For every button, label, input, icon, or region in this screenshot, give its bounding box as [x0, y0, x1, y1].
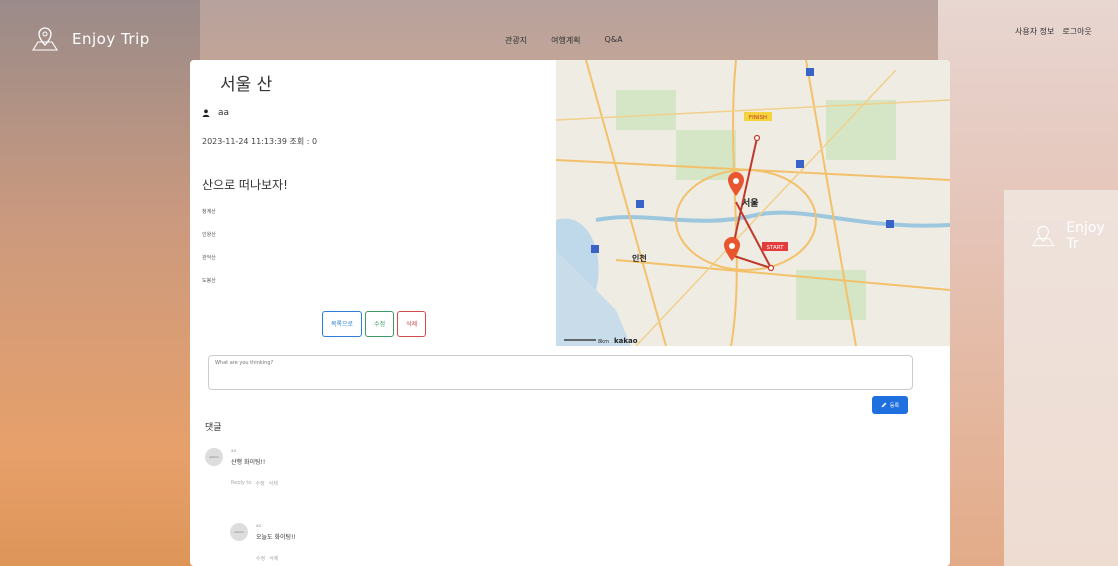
user-nav: 사용자 정보 로그아웃 [1015, 26, 1092, 37]
edit-button[interactable]: 수정 [365, 311, 395, 337]
avatar: admin [230, 523, 248, 541]
post-detail-card: 서울 산 aa 2023-11-24 11:13:39 조회 : 0 산으로 떠… [190, 60, 950, 566]
comment-submit-button[interactable]: 등록 [872, 396, 908, 414]
list-item: 도봉산 [202, 278, 216, 284]
list-item: 관악산 [202, 255, 216, 261]
svg-text:START: START [767, 245, 785, 251]
map-pin-logo-icon [1031, 225, 1055, 247]
svg-text:인천: 인천 [632, 253, 647, 263]
map-pin-logo-icon [32, 27, 58, 51]
reply-link[interactable]: Reply to [231, 480, 251, 487]
mountain-list: 청계산 인왕산 관악산 도봉산 [202, 208, 216, 300]
nav-qna[interactable]: Q&A [605, 35, 623, 46]
comment-delete-link[interactable]: 삭제 [269, 480, 278, 487]
comment-text: 산행 화이팅!! [231, 459, 266, 466]
comment-reply: admin aa 오늘도 화이팅!! 수정 삭제 [230, 523, 296, 562]
list-item: 청계산 [202, 209, 216, 215]
comment-author: aa [231, 448, 236, 453]
post-author: aa [202, 108, 229, 118]
user-icon [202, 109, 210, 117]
post-meta: 2023-11-24 11:13:39 조회 : 0 [202, 137, 318, 146]
list-item: 인왕산 [202, 232, 216, 238]
comment-delete-link[interactable]: 삭제 [269, 555, 278, 562]
background-brand: Enjoy Tr [1030, 220, 1118, 252]
comment-edit-link[interactable]: 수정 [256, 555, 265, 562]
comment-edit-link[interactable]: 수정 [255, 480, 264, 487]
avatar: admin [205, 448, 223, 466]
comment-input[interactable] [208, 355, 913, 390]
nav-attractions[interactable]: 관광지 [505, 35, 527, 46]
post-subtitle: 산으로 떠나보자! [202, 178, 288, 192]
comment-author: aa [256, 523, 261, 528]
comment-submit-label: 등록 [889, 402, 900, 409]
background-brand-name: Enjoy Tr [1066, 220, 1105, 252]
post-title: 서울 산 [220, 75, 273, 95]
brand[interactable]: Enjoy Trip [30, 26, 150, 52]
route-map[interactable]: FINISH START 서울 인천 8km kakao [556, 60, 950, 346]
nav-travel-plan[interactable]: 여행계획 [551, 35, 580, 46]
post-actions: 목록으로 수정 삭제 [322, 311, 427, 337]
background-left [0, 0, 200, 566]
comments-heading: 댓글 [205, 423, 222, 433]
pencil-icon [881, 402, 887, 408]
svg-text:서울: 서울 [742, 197, 759, 209]
svg-text:kakao: kakao [614, 337, 638, 345]
svg-text:8km: 8km [598, 339, 609, 345]
nav-user-info[interactable]: 사용자 정보 [1015, 26, 1054, 37]
comment-item: admin aa 산행 화이팅!! Reply to 수정 삭제 [205, 448, 278, 487]
nav-logout[interactable]: 로그아웃 [1062, 26, 1091, 37]
comment-text: 오늘도 화이팅!! [256, 534, 296, 541]
list-button[interactable]: 목록으로 [322, 311, 363, 337]
delete-button[interactable]: 삭제 [397, 311, 427, 337]
brand-name: Enjoy Trip [72, 30, 150, 48]
svg-text:FINISH: FINISH [749, 115, 767, 121]
main-nav: 관광지 여행계획 Q&A [505, 35, 623, 46]
author-name: aa [218, 108, 230, 118]
